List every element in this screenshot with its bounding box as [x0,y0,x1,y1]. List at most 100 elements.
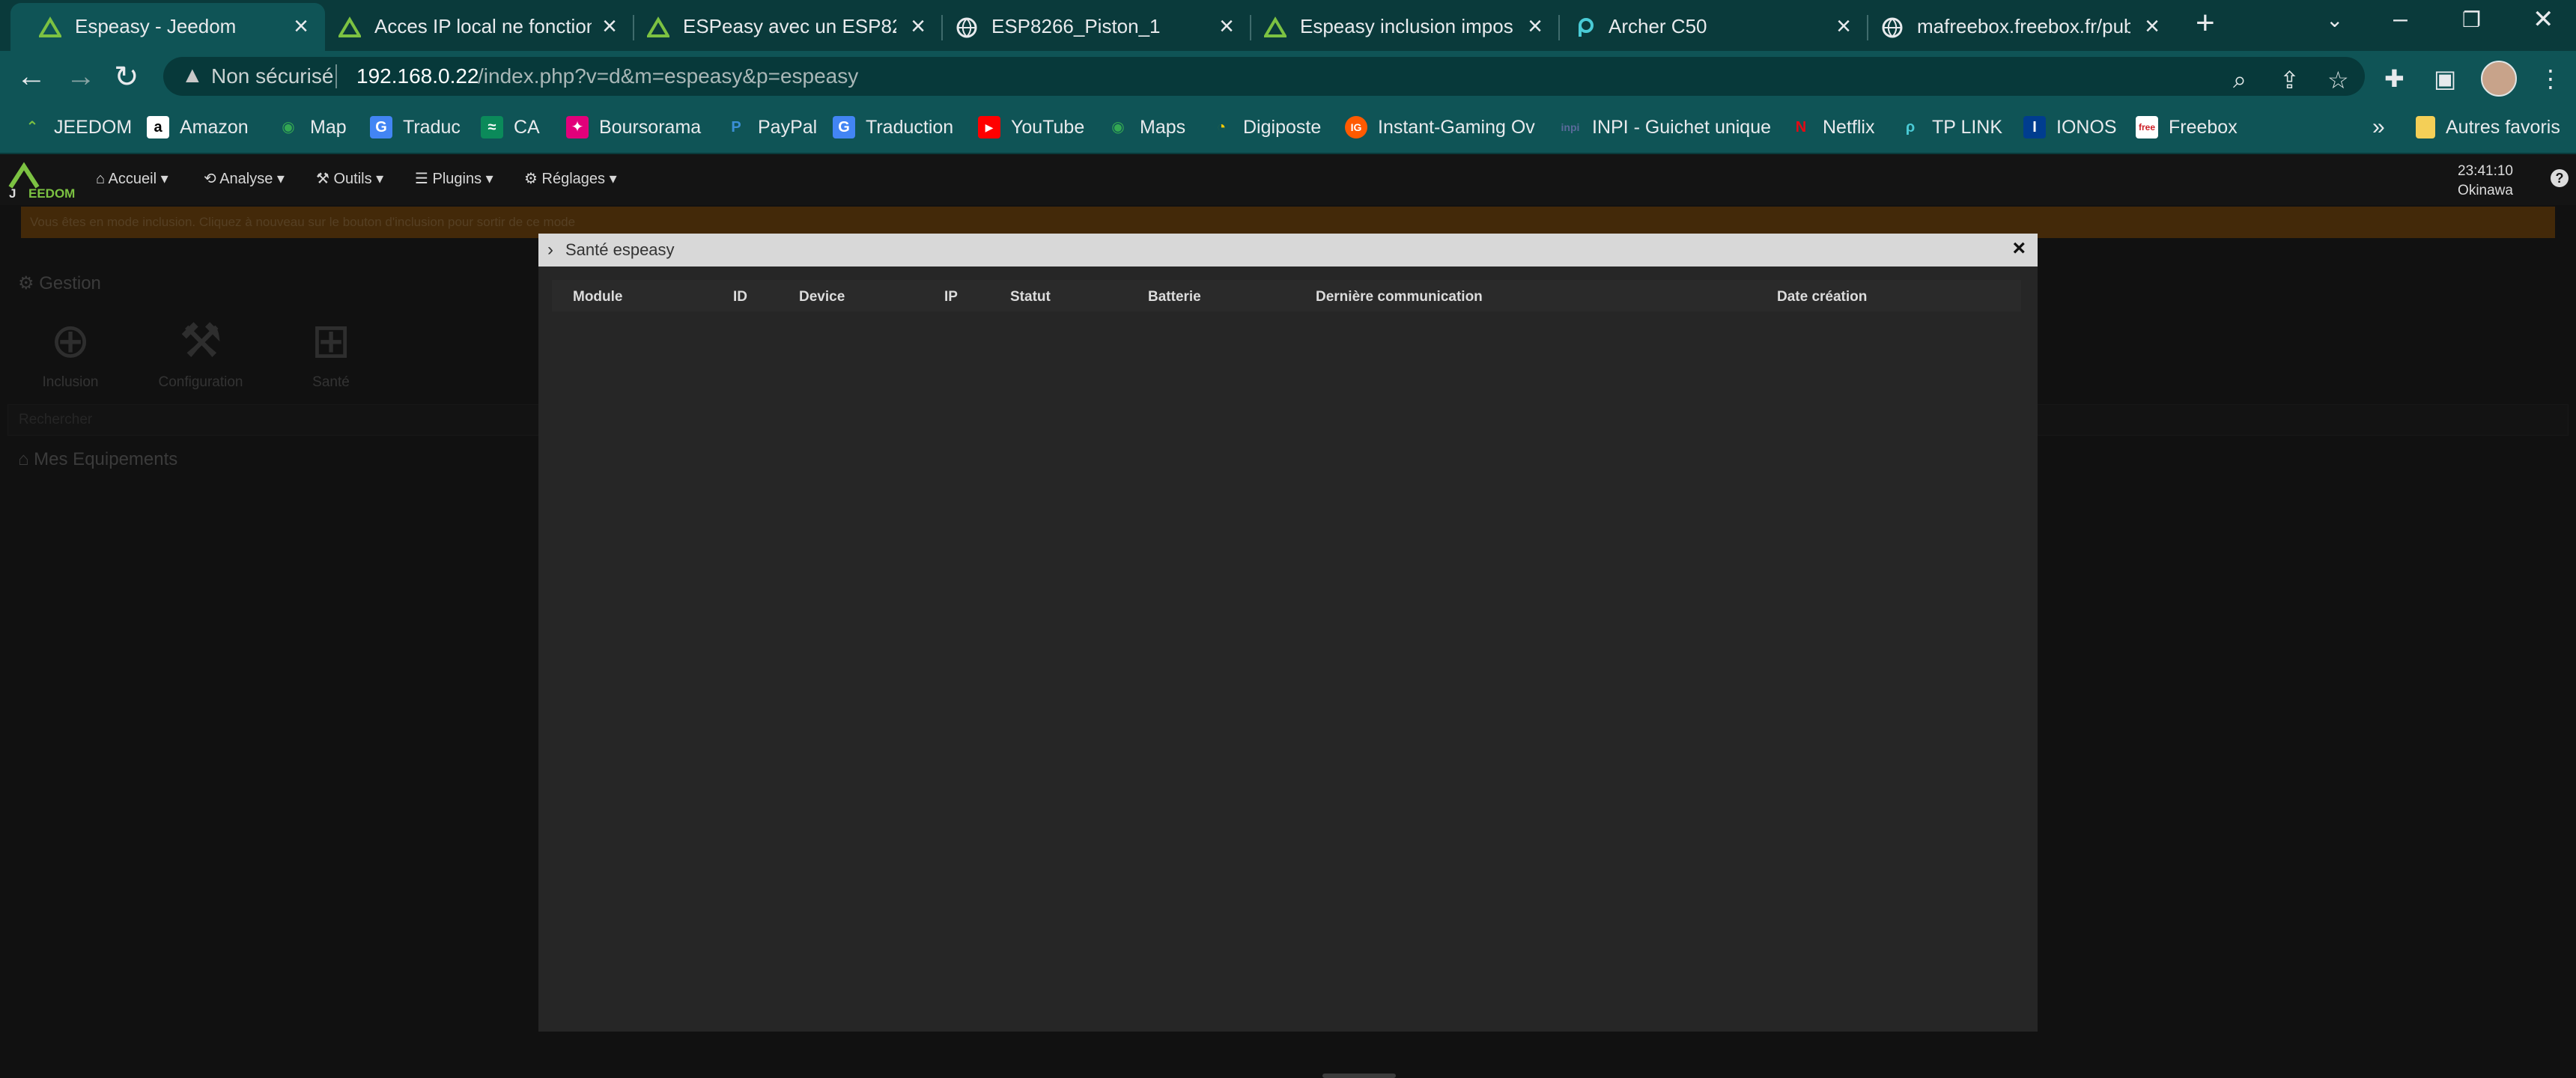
column-device[interactable]: Device [799,289,845,305]
resize-handle[interactable] [1322,1074,1396,1078]
column-id[interactable]: ID [733,289,747,305]
tab-archer-c50[interactable]: Archer C50 × [1561,3,1868,51]
bookmark-traduc[interactable]: G Traduc [370,112,461,142]
close-tab-icon[interactable]: × [2145,12,2160,41]
bookmark-youtube[interactable]: ▶ YouTube [978,112,1084,142]
jeedom-icon [647,16,669,37]
bookmark-boursorama[interactable]: ✦ Boursorama [566,112,701,142]
inpi-icon: inpi [1561,121,1580,133]
health-modal: › Santé espeasy × Module ID Device IP St… [538,234,2038,1032]
close-tab-icon[interactable]: × [294,12,309,41]
translate-icon: G [370,116,392,138]
bookmarks-overflow-button[interactable]: » [2372,112,2385,142]
close-tab-icon[interactable]: × [1219,12,1234,41]
folder-icon [2416,116,2435,138]
tab-espeasy-esp8266[interactable]: ESPeasy avec un ESP8266- × [635,3,942,51]
reload-icon[interactable]: ↻ [114,60,139,94]
new-tab-button[interactable]: + [2196,4,2215,42]
share-icon[interactable]: ⇪ [2279,66,2300,94]
other-bookmarks[interactable]: Autres favoris [2416,112,2560,142]
menu-reglages[interactable]: ⚙ Réglages ▾ [524,169,617,188]
bookmark-traduction[interactable]: G Traduction [833,112,953,142]
tab-separator [1558,15,1560,40]
forward-arrow-icon[interactable]: → [66,60,96,94]
tab-espeasy-jeedom[interactable]: Espeasy - Jeedom × [10,3,325,51]
bookmark-label: Netflix [1823,116,1875,138]
extensions-icon[interactable]: ✚ [2384,64,2405,93]
menu-outils[interactable]: ⚒ Outils ▾ [316,169,383,188]
bookmark-label: CA [514,116,540,138]
tab-freebox[interactable]: mafreebox.freebox.fr/pub/ × [1869,3,2176,51]
close-tab-icon[interactable]: × [1528,12,1543,41]
modal-header[interactable]: › Santé espeasy × [538,234,2038,267]
menu-accueil[interactable]: ⌂ Accueil ▾ [96,169,168,188]
bookmark-freebox[interactable]: free Freebox [2136,112,2238,142]
security-label[interactable]: Non sécurisé [211,64,333,88]
bookmark-paypal[interactable]: P PayPal [725,112,817,142]
bookmark-ca[interactable]: ≈ CA [481,112,540,142]
tab-separator [633,15,634,40]
tab-acces-ip[interactable]: Acces IP local ne fonctionn × [326,3,634,51]
clock-time: 23:41:10 [2458,163,2513,179]
close-window-button[interactable]: ✕ [2533,4,2554,34]
menu-plugins[interactable]: ☰ Plugins ▾ [415,169,493,188]
column-batterie[interactable]: Batterie [1148,289,1201,305]
bookmark-label: Digiposte [1243,116,1322,138]
bookmark-digiposte[interactable]: ◔ Digiposte [1210,112,1321,142]
zoom-icon[interactable]: ⌕ [2233,66,2247,94]
avatar[interactable] [2481,61,2517,97]
modal-title: Santé espeasy [565,240,675,259]
column-statut[interactable]: Statut [1010,289,1051,305]
bookmark-star-icon[interactable]: ☆ [2327,66,2349,94]
url-host[interactable]: 192.168.0.22 [356,64,479,88]
ca-icon: ≈ [481,116,503,138]
column-date-creation[interactable]: Date création [1777,289,1867,305]
column-ip[interactable]: IP [944,289,958,305]
tab-separator [1250,15,1251,40]
help-icon[interactable]: ? [2551,169,2569,187]
tab-esp8266-piston[interactable]: ESP8266_Piston_1 × [944,3,1251,51]
bookmark-map[interactable]: ◉ Map [277,112,346,142]
bookmark-maps[interactable]: ◉ Maps [1107,112,1185,142]
back-arrow-icon[interactable]: ← [16,60,46,94]
table-header: Module ID Device IP Statut Batterie Dern… [552,280,2021,311]
bookmark-instant-gaming[interactable]: IG Instant-Gaming Ov [1345,112,1535,142]
close-tab-icon[interactable]: × [911,12,926,41]
bookmark-label: Amazon [180,116,249,138]
warning-icon[interactable]: ▲ [181,63,204,88]
column-derniere-communication[interactable]: Dernière communication [1316,289,1483,305]
bookmark-label: Maps [1140,116,1186,138]
bookmark-label: TP LINK [1932,116,2003,138]
address-separator [335,64,337,88]
gear-icon: ⚙ [524,171,542,187]
jeedom-icon: ⌃ [25,119,39,135]
bookmark-jeedom[interactable]: ⌃ JEEDOM [21,112,133,142]
tab-search-chevron-icon[interactable]: ⌄ [2326,7,2343,32]
restore-window-button[interactable]: ❐ [2462,7,2481,32]
close-tab-icon[interactable]: × [602,12,617,41]
tab-title: Archer C50 [1609,15,1707,37]
column-module[interactable]: Module [573,289,623,305]
address-bar[interactable]: ▲ Non sécurisé 192.168.0.22 /index.php?v… [163,57,2365,96]
jeedom-logo[interactable]: EEDOM J [6,159,76,201]
bookmark-inpi[interactable]: inpi INPI - Guichet unique [1559,112,1771,142]
close-tab-icon[interactable]: × [1836,12,1851,41]
tab-espeasy-inclusion[interactable]: Espeasy inclusion impossib × [1252,3,1559,51]
bookmark-amazon[interactable]: a Amazon [147,112,249,142]
bookmark-label: Traduction [866,116,954,138]
close-icon[interactable]: × [2012,236,2026,261]
more-menu-icon[interactable]: ⋮ [2539,64,2563,93]
url-path[interactable]: /index.php?v=d&m=espeasy&p=espeasy [478,64,858,88]
jeedom-icon [1264,16,1287,37]
bookmark-tplink[interactable]: ρ TP LINK [1899,112,2002,142]
globe-icon [956,17,977,38]
jeedom-icon [39,16,61,37]
side-panel-icon[interactable]: ▣ [2434,64,2456,93]
menu-analyse[interactable]: ⟲ Analyse ▾ [204,169,285,188]
tplink-icon: ρ [1905,119,1916,135]
bookmark-netflix[interactable]: N Netflix [1790,112,1875,142]
bookmark-ionos[interactable]: I IONOS [2023,112,2117,142]
bookmark-label: Freebox [2169,116,2238,138]
minimize-window-button[interactable]: – [2393,4,2408,34]
ionos-icon: I [2023,116,2046,138]
